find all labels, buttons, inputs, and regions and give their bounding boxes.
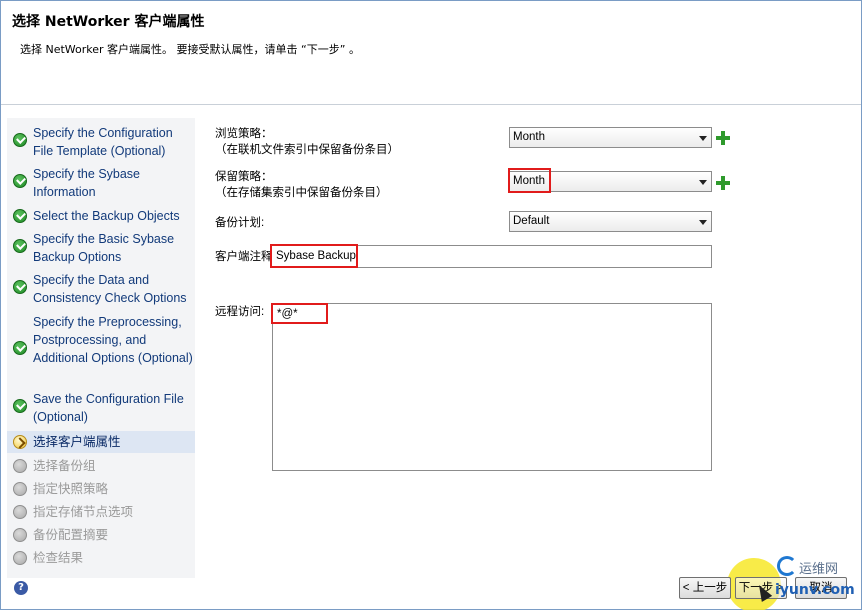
chevron-down-icon xyxy=(699,180,707,185)
step-label: 选择备份组 xyxy=(33,459,96,473)
step-complete-icon xyxy=(13,239,27,253)
watermark-logo-icon xyxy=(777,556,797,576)
retention-policy-note: （在存储集索引中保留备份条目） xyxy=(215,187,388,199)
step-pending-icon xyxy=(13,505,27,519)
step-pending-icon xyxy=(13,528,27,542)
page-subtitle: 选择 NetWorker 客户端属性。 要接受默认属性，请单击 “下一步” 。 xyxy=(20,43,360,56)
browse-policy-value: Month xyxy=(513,131,545,143)
step-label: 检查结果 xyxy=(33,551,84,565)
back-button[interactable]: < 上一步 xyxy=(679,577,731,599)
step-label: Specify the Data and Consistency Check O… xyxy=(33,273,187,305)
step-storage-node-options: 指定存储节点选项 xyxy=(7,503,195,521)
retention-policy-label: 保留策略： xyxy=(215,171,273,183)
step-label: Save the Configuration File (Optional) xyxy=(33,392,184,424)
step-label: 指定快照策略 xyxy=(33,482,109,496)
step-complete-icon xyxy=(13,209,27,223)
step-backup-group: 选择备份组 xyxy=(7,457,195,475)
step-current-arrow-icon xyxy=(13,435,27,449)
step-data-consistency-options: Specify the Data and Consistency Check O… xyxy=(7,271,195,307)
browse-policy-note: （在联机文件索引中保留备份条目） xyxy=(215,144,399,156)
step-complete-icon xyxy=(13,133,27,147)
step-check-results: 检查结果 xyxy=(7,549,195,567)
step-label: Specify the Basic Sybase Backup Options xyxy=(33,232,175,264)
step-label: 指定存储节点选项 xyxy=(33,505,134,519)
retention-policy-value: Month xyxy=(513,175,545,187)
watermark-top-text: 运维网 xyxy=(799,562,839,577)
wizard-body: Specify the Configuration File Template … xyxy=(1,106,861,610)
browse-policy-label: 浏览策略： xyxy=(215,128,273,140)
wizard-window: 选择 NetWorker 客户端属性 选择 NetWorker 客户端属性。 要… xyxy=(0,0,862,610)
browse-policy-select[interactable]: Month xyxy=(509,127,712,148)
step-complete-icon xyxy=(13,341,27,355)
remote-access-value: *@* xyxy=(277,308,298,320)
step-label: Select the Backup Objects xyxy=(33,209,180,223)
step-complete-icon xyxy=(13,399,27,413)
wizard-header: 选择 NetWorker 客户端属性 选择 NetWorker 客户端属性。 要… xyxy=(1,1,861,105)
step-save-configuration: Save the Configuration File (Optional) xyxy=(7,390,195,426)
step-backup-summary: 备份配置摘要 xyxy=(7,526,195,544)
client-comment-value: Sybase Backup xyxy=(276,250,356,262)
step-pending-icon xyxy=(13,482,27,496)
step-basic-sybase-backup-options: Specify the Basic Sybase Backup Options xyxy=(7,230,195,266)
remote-access-textarea[interactable]: *@* xyxy=(272,303,712,471)
step-label: Specify the Configuration File Template … xyxy=(33,126,173,158)
step-label: Specify the Preprocessing, Postprocessin… xyxy=(33,315,193,365)
step-complete-icon xyxy=(13,280,27,294)
add-browse-policy-icon[interactable] xyxy=(716,131,730,145)
step-client-properties: 选择客户端属性 xyxy=(7,431,195,453)
client-comment-label: 客户端注释 xyxy=(215,251,273,263)
client-comment-field[interactable]: Sybase Backup xyxy=(271,245,712,268)
retention-policy-select[interactable]: Month xyxy=(509,171,712,192)
step-complete-icon xyxy=(13,174,27,188)
watermark: 运维网 iyunv.com xyxy=(771,554,857,606)
watermark-bottom-text: iyunv.com xyxy=(775,582,855,598)
step-label: Specify the Sybase Information xyxy=(33,167,141,199)
chevron-down-icon xyxy=(699,136,707,141)
page-title: 选择 NetWorker 客户端属性 xyxy=(12,14,205,30)
step-pending-icon xyxy=(13,551,27,565)
help-icon[interactable]: ? xyxy=(14,581,28,595)
step-snapshot-policy: 指定快照策略 xyxy=(7,480,195,498)
wizard-steps: Specify the Configuration File Template … xyxy=(7,118,195,578)
step-label: 选择客户端属性 xyxy=(33,435,121,449)
step-sybase-information: Specify the Sybase Information xyxy=(7,165,195,201)
schedule-label: 备份计划: xyxy=(215,217,265,229)
add-retention-policy-icon[interactable] xyxy=(716,176,730,190)
remote-access-label: 远程访问: xyxy=(215,306,265,318)
step-pre-post-processing: Specify the Preprocessing, Postprocessin… xyxy=(7,313,195,385)
chevron-down-icon xyxy=(699,220,707,225)
step-pending-icon xyxy=(13,459,27,473)
schedule-select[interactable]: Default xyxy=(509,211,712,232)
step-configuration-template: Specify the Configuration File Template … xyxy=(7,124,195,160)
step-label: 备份配置摘要 xyxy=(33,528,109,542)
schedule-value: Default xyxy=(513,215,550,227)
step-backup-objects: Select the Backup Objects xyxy=(7,207,195,225)
